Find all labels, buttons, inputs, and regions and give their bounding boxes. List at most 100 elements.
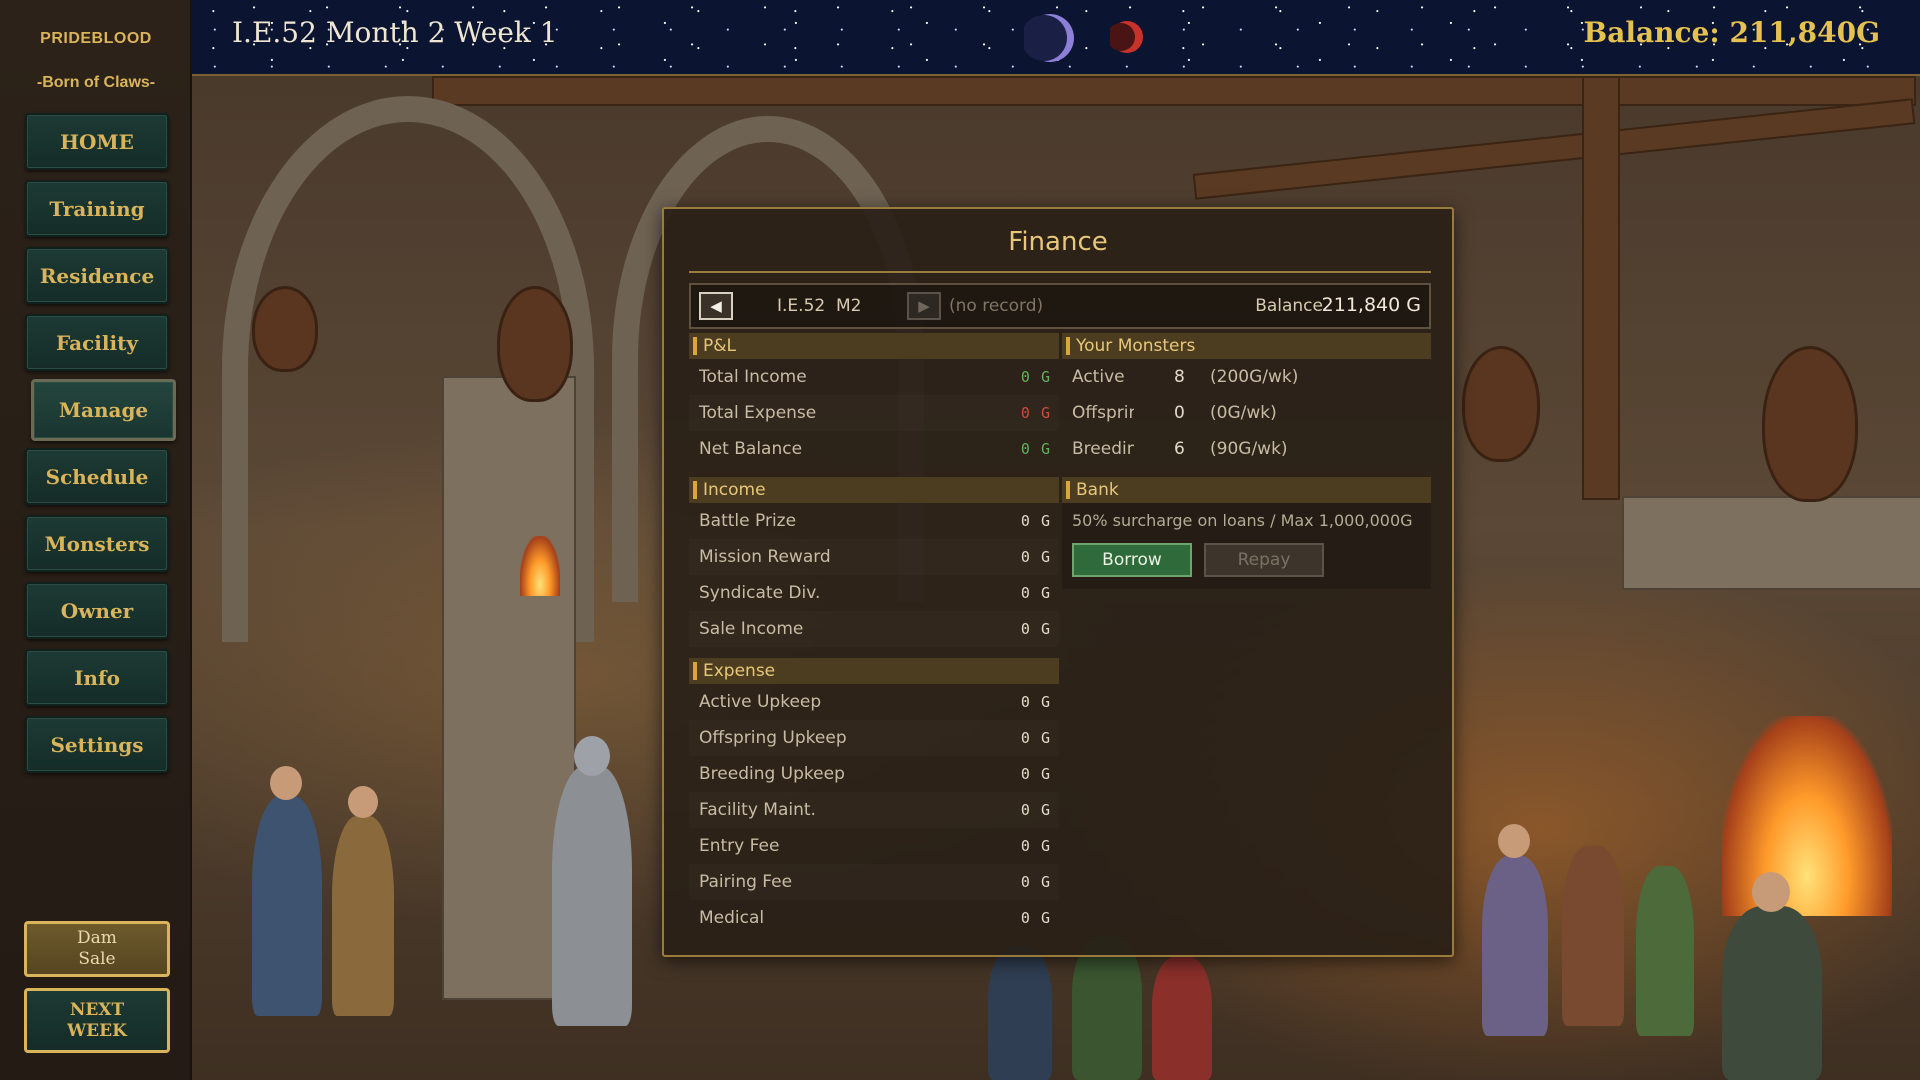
dam-sale-button[interactable]: Dam Sale [24, 921, 170, 977]
nav-owner-button[interactable]: Owner [25, 582, 169, 639]
expense-row: Offspring Upkeep 0 G [689, 720, 1059, 756]
pl-header: P&L [689, 333, 1059, 359]
expense-row: Breeding Upkeep 0 G [689, 756, 1059, 792]
bank-loan-note: 50% surcharge on loans / Max 1,000,000G [1072, 511, 1413, 530]
title-divider [689, 271, 1431, 273]
expense-row-value: 0 G [1020, 873, 1051, 891]
expense-section: Expense Active Upkeep 0 G Offspring Upke… [689, 658, 1059, 936]
income-section: Income Battle Prize 0 G Mission Reward 0… [689, 477, 1059, 647]
knight-helmet [574, 736, 610, 776]
expense-row-label: Facility Maint. [699, 800, 816, 820]
period-navigation-bar: ◀ I.E.52 M2 ▶ (no record) Balance 211,84… [689, 283, 1431, 329]
monster-row-count: 8 [1174, 367, 1185, 387]
expense-row: Pairing Fee 0 G [689, 864, 1059, 900]
villager-figure [988, 946, 1052, 1080]
balance-value: 211,840 G [1321, 294, 1421, 316]
next-week-label-line2: WEEK [67, 1020, 127, 1041]
villager-figure [252, 796, 322, 1016]
fireplace-hood [1622, 496, 1920, 590]
villager-figure [1562, 846, 1624, 1026]
income-row-value: 0 G [1020, 620, 1051, 638]
income-row: Mission Reward 0 G [689, 539, 1059, 575]
arrow-right-icon: ▶ [918, 297, 930, 315]
monster-row: Offspring 0 (0G/wk) [1062, 395, 1431, 431]
bull-head-trophy [1762, 346, 1858, 502]
sidebar: PRIDEBLOOD -Born of Claws- HOME Training… [0, 0, 192, 1080]
income-row-label: Sale Income [699, 619, 804, 639]
nav-monsters-button[interactable]: Monsters [25, 515, 169, 572]
balance-display: Balance: 211,840G [1583, 16, 1880, 49]
villager-figure [332, 816, 394, 1016]
pl-row: Total Expense 0 G [689, 395, 1059, 431]
no-record-label: (no record) [949, 296, 1044, 316]
nav-schedule-button[interactable]: Schedule [25, 448, 169, 505]
monster-row-label: Active [1072, 367, 1125, 387]
villager-head [348, 786, 378, 818]
expense-row-label: Active Upkeep [699, 692, 822, 712]
top-bar: I.E.52 Month 2 Week 1 Balance: 211,840G [192, 0, 1920, 76]
monster-row-rate: (90G/wk) [1210, 439, 1288, 459]
bank-header: Bank [1062, 477, 1431, 503]
monster-row: Breeding 6 (90G/wk) [1062, 431, 1431, 467]
period-label: I.E.52 M2 [777, 296, 862, 316]
villager-figure [1482, 856, 1548, 1036]
monsters-section: Your Monsters Active 8 (200G/wk) Offspri… [1062, 333, 1431, 467]
nav-training-button[interactable]: Training [25, 180, 169, 237]
nav-residence-button[interactable]: Residence [25, 247, 169, 304]
monster-row-count: 0 [1174, 403, 1185, 423]
monsters-header: Your Monsters [1062, 333, 1431, 359]
expense-row: Entry Fee 0 G [689, 828, 1059, 864]
income-row-label: Mission Reward [699, 547, 831, 567]
repay-button[interactable]: Repay [1204, 543, 1324, 577]
torch-flame [520, 536, 560, 596]
nav-settings-button[interactable]: Settings [25, 716, 169, 773]
income-row: Sale Income 0 G [689, 611, 1059, 647]
nav-info-button[interactable]: Info [25, 649, 169, 706]
income-row-label: Syndicate Div. [699, 583, 821, 603]
pl-row-value: 0 G [1020, 368, 1051, 386]
pl-row-label: Net Balance [699, 439, 803, 459]
pl-section: P&L Total Income 0 G Total Expense 0 G N… [689, 333, 1059, 467]
ram-head-trophy [497, 286, 573, 402]
finance-title: Finance [1008, 227, 1108, 257]
balance-label: Balance [1255, 296, 1323, 316]
monster-row-count: 6 [1174, 439, 1185, 459]
income-header: Income [689, 477, 1059, 503]
wooden-post [1582, 76, 1620, 500]
nav-facility-button[interactable]: Facility [25, 314, 169, 371]
income-row-value: 0 G [1020, 584, 1051, 602]
pl-row: Total Income 0 G [689, 359, 1059, 395]
nav-manage-button[interactable]: Manage [31, 379, 176, 441]
date-display: I.E.52 Month 2 Week 1 [232, 16, 558, 49]
expense-row-value: 0 G [1020, 801, 1051, 819]
expense-row-value: 0 G [1020, 729, 1051, 747]
borrow-button[interactable]: Borrow [1072, 543, 1192, 577]
income-row-value: 0 G [1020, 512, 1051, 530]
expense-row-value: 0 G [1020, 765, 1051, 783]
nav-home-button[interactable]: HOME [25, 113, 169, 170]
boar-head-trophy [1462, 346, 1540, 462]
income-row-label: Battle Prize [699, 511, 797, 531]
expense-row-label: Offspring Upkeep [699, 728, 847, 748]
red-moon-icon [1110, 21, 1143, 53]
next-period-button[interactable]: ▶ [907, 292, 941, 320]
expense-row-value: 0 G [1020, 693, 1051, 711]
dam-sale-label-line2: Sale [78, 949, 116, 969]
expense-header: Expense [689, 658, 1059, 684]
expense-row-label: Entry Fee [699, 836, 780, 856]
income-row-value: 0 G [1020, 548, 1051, 566]
monster-row: Active 8 (200G/wk) [1062, 359, 1431, 395]
monster-row-rate: (200G/wk) [1210, 367, 1299, 387]
villager-figure [1152, 956, 1212, 1080]
monster-row-rate: (0G/wk) [1210, 403, 1277, 423]
pl-row-value: 0 G [1020, 440, 1051, 458]
villager-figure [1722, 906, 1822, 1080]
next-week-button[interactable]: NEXT WEEK [24, 988, 170, 1053]
previous-period-button[interactable]: ◀ [699, 292, 733, 320]
ceiling-beam [432, 76, 1916, 106]
monster-row-label: Offspring [1072, 403, 1134, 423]
expense-row: Active Upkeep 0 G [689, 684, 1059, 720]
expense-row-label: Medical [699, 908, 765, 928]
expense-row-value: 0 G [1020, 837, 1051, 855]
expense-row-label: Pairing Fee [699, 872, 793, 892]
